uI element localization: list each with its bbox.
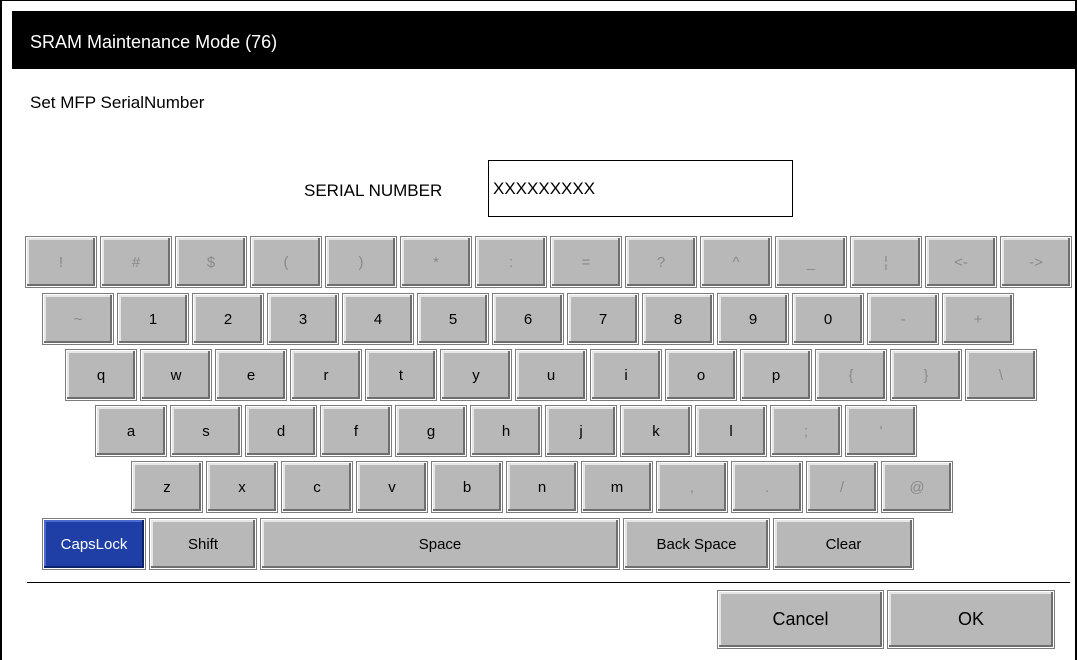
cancel-button[interactable]: Cancel	[717, 590, 884, 649]
key-9[interactable]: 9	[717, 293, 789, 345]
key-6[interactable]: 6	[492, 293, 564, 345]
key-k[interactable]: k	[620, 405, 692, 457]
key-plus[interactable]: +	[942, 293, 1014, 345]
key-caret[interactable]: ^	[700, 236, 772, 288]
key-broken-bar[interactable]: ¦	[850, 236, 922, 288]
key-underscore[interactable]: _	[775, 236, 847, 288]
ok-button[interactable]: OK	[887, 590, 1055, 649]
shift-key[interactable]: Shift	[149, 518, 257, 570]
key-g[interactable]: g	[395, 405, 467, 457]
key-2[interactable]: 2	[192, 293, 264, 345]
key-slash[interactable]: /	[806, 461, 878, 513]
clear-key[interactable]: Clear	[773, 518, 914, 570]
key-c[interactable]: c	[281, 461, 353, 513]
capslock-key[interactable]: CapsLock	[42, 518, 146, 570]
key-l[interactable]: l	[695, 405, 767, 457]
key-3[interactable]: 3	[267, 293, 339, 345]
key-asterisk[interactable]: *	[400, 236, 472, 288]
key-period[interactable]: .	[731, 461, 803, 513]
key-b[interactable]: b	[431, 461, 503, 513]
serial-number-label: SERIAL NUMBER	[304, 181, 443, 200]
key-0[interactable]: 0	[792, 293, 864, 345]
key-semicolon[interactable]: ;	[770, 405, 842, 457]
key-w[interactable]: w	[140, 349, 212, 401]
key-s[interactable]: s	[170, 405, 242, 457]
key-exclamation[interactable]: !	[25, 236, 97, 288]
key-8[interactable]: 8	[642, 293, 714, 345]
key-apostrophe[interactable]: '	[845, 405, 917, 457]
key-v[interactable]: v	[356, 461, 428, 513]
key-x[interactable]: x	[206, 461, 278, 513]
key-h[interactable]: h	[470, 405, 542, 457]
key-backslash[interactable]: \	[965, 349, 1037, 401]
key-question[interactable]: ?	[625, 236, 697, 288]
dialog-window: SRAM Maintenance Mode (76) Set MFP Seria…	[0, 0, 1077, 660]
key-a[interactable]: a	[95, 405, 167, 457]
key-n[interactable]: n	[506, 461, 578, 513]
key-hash[interactable]: #	[100, 236, 172, 288]
key-close-paren[interactable]: )	[325, 236, 397, 288]
key-dollar[interactable]: $	[175, 236, 247, 288]
key-colon[interactable]: :	[475, 236, 547, 288]
key-e[interactable]: e	[215, 349, 287, 401]
key-cursor-left[interactable]: <-	[925, 236, 997, 288]
serial-number-input[interactable]	[488, 160, 793, 217]
key-5[interactable]: 5	[417, 293, 489, 345]
backspace-key[interactable]: Back Space	[623, 518, 770, 570]
key-1[interactable]: 1	[117, 293, 189, 345]
key-7[interactable]: 7	[567, 293, 639, 345]
key-z[interactable]: z	[131, 461, 203, 513]
prompt-text: Set MFP SerialNumber	[30, 93, 205, 112]
key-i[interactable]: i	[590, 349, 662, 401]
key-equals[interactable]: =	[550, 236, 622, 288]
window-title: SRAM Maintenance Mode (76)	[30, 32, 278, 52]
key-minus[interactable]: -	[867, 293, 939, 345]
key-p[interactable]: p	[740, 349, 812, 401]
key-q[interactable]: q	[65, 349, 137, 401]
key-r[interactable]: r	[290, 349, 362, 401]
key-at[interactable]: @	[881, 461, 953, 513]
key-j[interactable]: j	[545, 405, 617, 457]
key-4[interactable]: 4	[342, 293, 414, 345]
key-y[interactable]: y	[440, 349, 512, 401]
key-close-brace[interactable]: }	[890, 349, 962, 401]
key-o[interactable]: o	[665, 349, 737, 401]
key-t[interactable]: t	[365, 349, 437, 401]
title-bar: SRAM Maintenance Mode (76)	[12, 11, 1077, 69]
divider	[27, 582, 1070, 583]
key-m[interactable]: m	[581, 461, 653, 513]
key-d[interactable]: d	[245, 405, 317, 457]
key-cursor-right[interactable]: ->	[1000, 236, 1072, 288]
key-open-brace[interactable]: {	[815, 349, 887, 401]
key-comma[interactable]: ,	[656, 461, 728, 513]
key-open-paren[interactable]: (	[250, 236, 322, 288]
key-u[interactable]: u	[515, 349, 587, 401]
key-tilde[interactable]: ~	[42, 293, 114, 345]
space-key[interactable]: Space	[260, 518, 620, 570]
key-f[interactable]: f	[320, 405, 392, 457]
